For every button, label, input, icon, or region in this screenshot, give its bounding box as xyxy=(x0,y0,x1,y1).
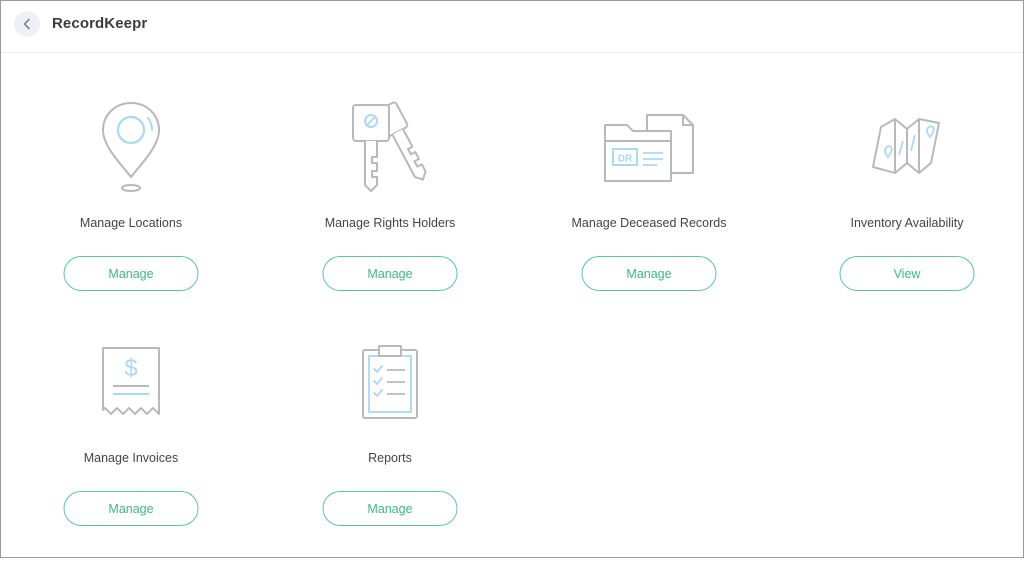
tile-label: Manage Rights Holders xyxy=(324,216,456,230)
dollar-sign-icon: $ xyxy=(124,355,137,382)
manage-locations-button[interactable]: Manage xyxy=(63,256,199,291)
location-pin-icon xyxy=(101,101,161,192)
tile-label: Reports xyxy=(368,451,412,465)
tile-label: Manage Invoices xyxy=(83,451,179,465)
keys-icon xyxy=(352,101,427,192)
invoice-receipt-icon: $ xyxy=(102,347,160,415)
folder-icon-text: DR xyxy=(618,154,633,165)
chevron-left-icon xyxy=(23,18,30,30)
reports-manage-button[interactable]: Manage xyxy=(322,491,458,526)
app-window: RecordKeepr Manage Locations Manage Mana… xyxy=(0,0,1024,558)
tile-inventory-availability: Inventory Availability View xyxy=(807,99,1007,329)
clipboard-checklist-icon xyxy=(362,345,418,419)
manage-rights-holders-button[interactable]: Manage xyxy=(322,256,458,291)
back-button[interactable] xyxy=(14,11,40,37)
tile-manage-deceased-records: DR Manage Deceased Records Manage xyxy=(549,99,749,329)
tile-manage-invoices: $ Manage Invoices Manage xyxy=(31,334,231,564)
tile-label: Manage Deceased Records xyxy=(571,216,727,230)
tile-label: Inventory Availability xyxy=(850,216,964,230)
tile-manage-rights-holders: Manage Rights Holders Manage xyxy=(290,99,490,329)
map-icon xyxy=(872,118,940,174)
tile-label: Manage Locations xyxy=(79,216,183,230)
manage-invoices-button[interactable]: Manage xyxy=(63,491,199,526)
app-title: RecordKeepr xyxy=(52,15,148,32)
tile-manage-locations: Manage Locations Manage xyxy=(31,99,231,329)
top-bar: RecordKeepr xyxy=(1,1,1023,53)
inventory-view-button[interactable]: View xyxy=(839,256,975,291)
tile-reports: Reports Manage xyxy=(290,334,490,564)
folder-documents-icon: DR xyxy=(604,114,694,182)
manage-deceased-records-button[interactable]: Manage xyxy=(581,256,717,291)
